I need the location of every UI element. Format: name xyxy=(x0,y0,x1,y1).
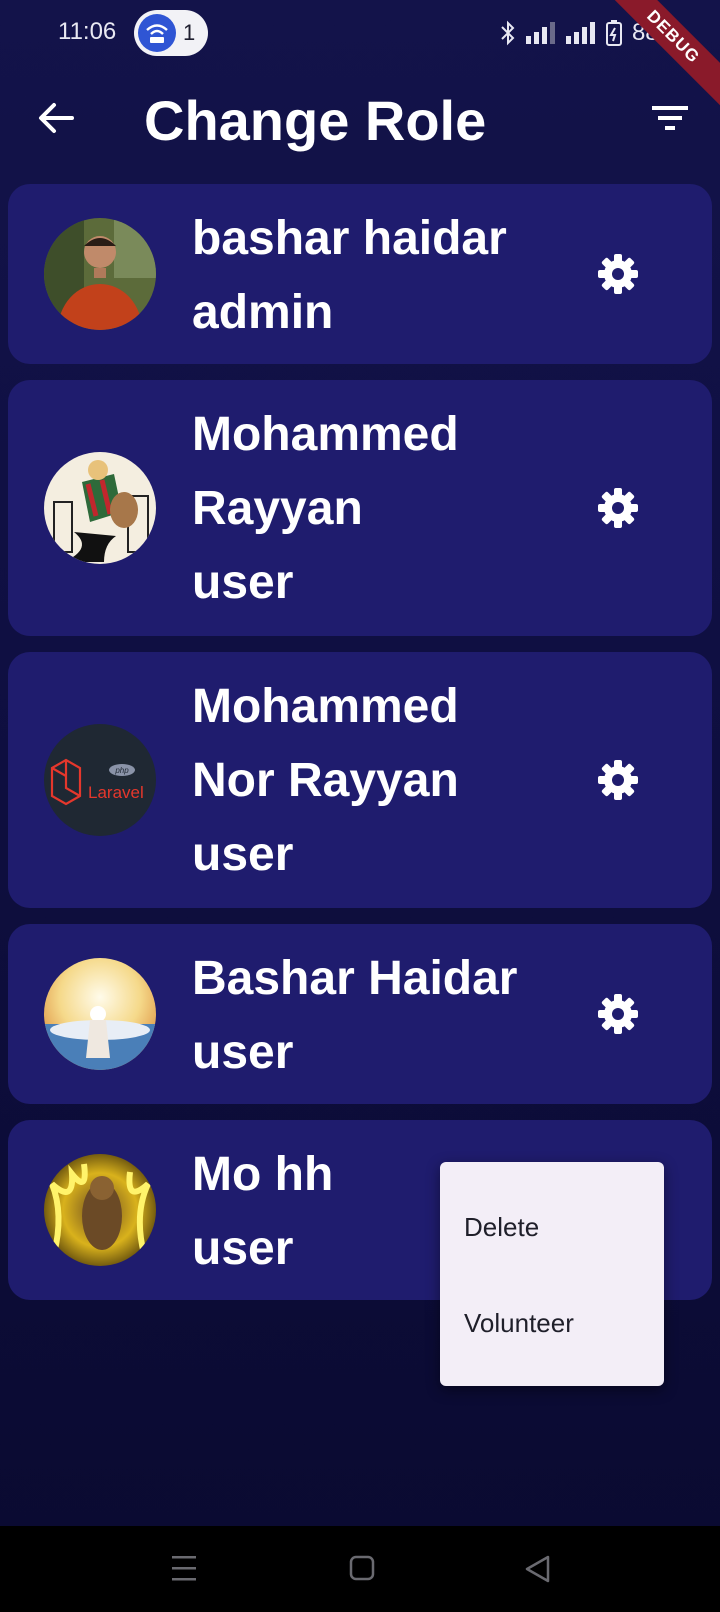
user-name: Bashar Haidar xyxy=(192,952,518,1005)
settings-button[interactable] xyxy=(596,992,640,1036)
user-avatar xyxy=(44,1154,156,1266)
filter-list-icon xyxy=(652,106,688,130)
user-role: admin xyxy=(192,286,334,339)
gear-icon xyxy=(598,254,638,294)
user-role: user xyxy=(192,1026,294,1079)
square-home-icon xyxy=(349,1555,375,1581)
user-role: user xyxy=(192,828,294,881)
role-popup-menu: Delete Volunteer xyxy=(440,1162,664,1386)
hotspot-indicator[interactable]: 1 xyxy=(134,10,208,56)
user-name: bashar haidar xyxy=(192,212,507,265)
user-info: Bashar Haidar user xyxy=(192,942,562,1090)
page-title: Change Role xyxy=(144,89,487,152)
arrow-left-icon xyxy=(39,103,74,133)
back-nav-button[interactable] xyxy=(520,1552,556,1586)
user-avatar: php Laravel xyxy=(44,724,156,836)
system-nav-bar xyxy=(0,1526,720,1612)
user-info: bashar haidar admin xyxy=(192,202,562,350)
status-bar: 11:06 1 xyxy=(0,0,720,66)
settings-button[interactable] xyxy=(596,486,640,530)
user-avatar xyxy=(44,958,156,1070)
user-card[interactable]: bashar haidar admin xyxy=(8,184,712,364)
signal-icon xyxy=(525,22,555,44)
menu-item-delete[interactable]: Delete xyxy=(464,1212,539,1243)
user-info: Mohammed Rayyan user xyxy=(192,398,562,620)
menu-lines-icon xyxy=(172,1556,196,1581)
settings-button[interactable] xyxy=(596,758,640,802)
user-card[interactable]: Bashar Haidar user xyxy=(8,924,712,1104)
hotspot-count: 1 xyxy=(183,20,196,45)
triangle-back-icon xyxy=(525,1555,550,1583)
user-role: user xyxy=(192,556,294,609)
recent-apps-button[interactable] xyxy=(166,1552,202,1586)
user-avatar xyxy=(44,218,156,330)
user-card[interactable]: php Laravel Mohammed Nor Rayyan user xyxy=(8,652,712,908)
gear-icon xyxy=(598,488,638,528)
menu-item-volunteer[interactable]: Volunteer xyxy=(464,1308,574,1339)
php-logo-text: php xyxy=(114,766,129,775)
user-info: Mohammed Nor Rayyan user xyxy=(192,670,562,892)
signal-icon-2 xyxy=(565,22,595,44)
back-button[interactable] xyxy=(34,96,78,140)
user-name-line2: Nor Rayyan xyxy=(192,754,459,807)
gear-icon xyxy=(598,994,638,1034)
hotspot-icon xyxy=(138,14,176,52)
user-avatar xyxy=(44,452,156,564)
battery-icon xyxy=(605,20,622,46)
app-bar: Change Role xyxy=(0,66,720,176)
home-button[interactable] xyxy=(344,1552,380,1586)
gear-icon xyxy=(598,760,638,800)
settings-button[interactable] xyxy=(596,252,640,296)
user-name: Mohammed xyxy=(192,408,459,461)
user-card[interactable]: Mohammed Rayyan user xyxy=(8,380,712,636)
bluetooth-icon xyxy=(501,20,515,46)
laravel-logo-text: Laravel xyxy=(88,783,144,802)
status-time: 11:06 xyxy=(58,18,117,45)
user-name-line2: Rayyan xyxy=(192,482,363,535)
user-name: Mohammed xyxy=(192,680,459,733)
filter-button[interactable] xyxy=(648,98,692,138)
